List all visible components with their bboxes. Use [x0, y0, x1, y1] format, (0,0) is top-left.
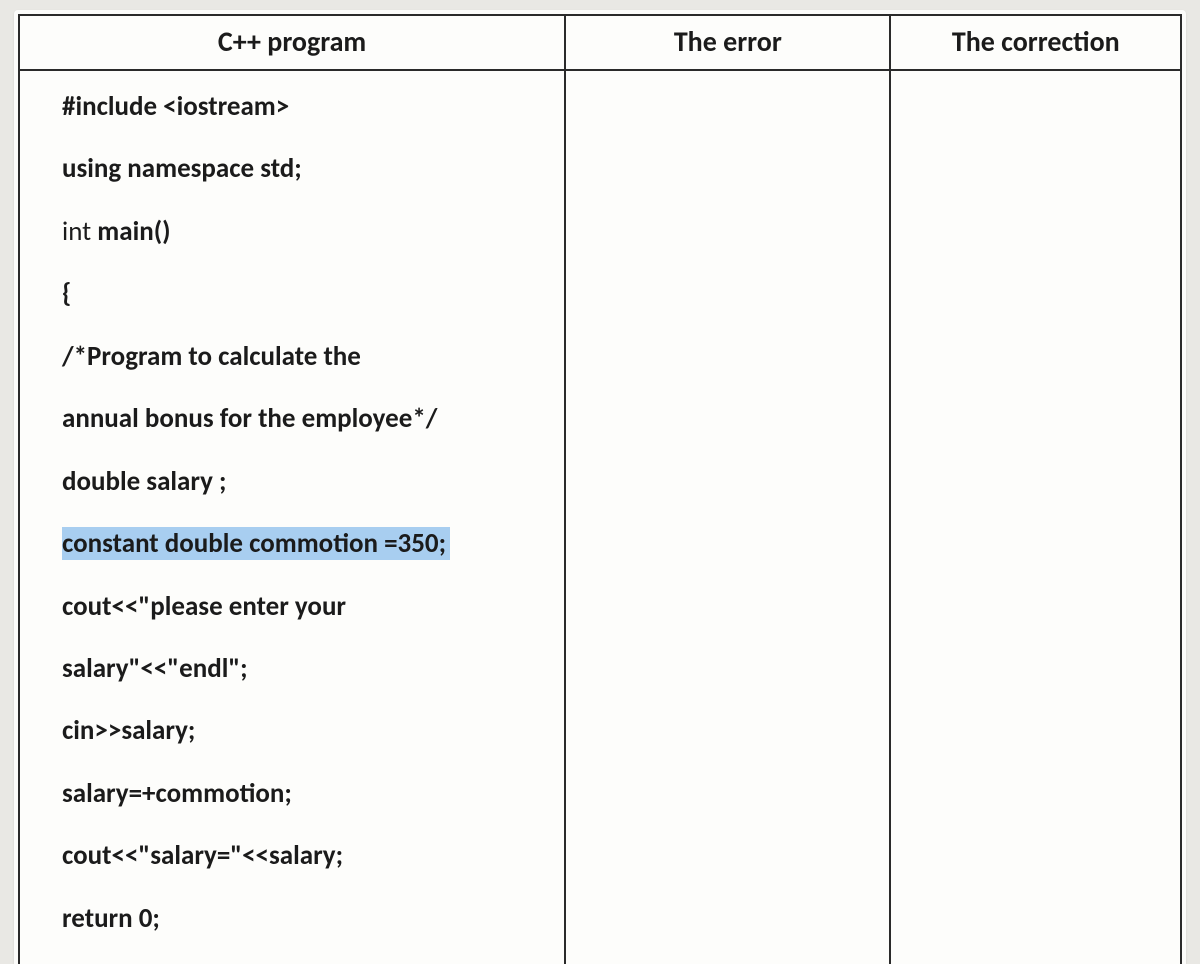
worksheet-page: C++ program The error The correction #in… — [14, 10, 1186, 964]
header-correction: The correction — [890, 15, 1181, 70]
code-line: cout<<"please enter your — [62, 589, 536, 625]
header-program: C++ program — [19, 15, 565, 70]
keyword-int: int — [62, 215, 97, 248]
code-line-highlighted: constant double commotion =350; — [62, 526, 450, 562]
correction-cell — [890, 70, 1181, 964]
code-line: /*Program to calculate the — [62, 339, 536, 375]
code-line: annual bonus for the employee*/ — [62, 401, 536, 437]
cpp-code-cell: #include <iostream> using namespace std;… — [19, 70, 565, 964]
code-line: int main() — [62, 214, 536, 250]
code-line: double salary ; — [62, 464, 536, 500]
table-header-row: C++ program The error The correction — [19, 15, 1181, 70]
code-line: salary=+commotion; — [62, 776, 536, 812]
code-line: cout<<"salary="<<salary; — [62, 838, 536, 874]
code-text: main() — [97, 215, 170, 248]
header-error: The error — [565, 15, 890, 70]
code-line: salary"<<"endl"; — [62, 651, 536, 687]
code-line: using namespace std; — [62, 151, 536, 187]
code-line: #include <iostream> — [62, 89, 536, 125]
code-line: { — [62, 276, 536, 312]
code-line: cin>>salary; — [62, 713, 536, 749]
text-selection[interactable]: constant double commotion =350; — [62, 527, 450, 560]
table-row: #include <iostream> using namespace std;… — [19, 70, 1181, 964]
worksheet-table: C++ program The error The correction #in… — [18, 14, 1182, 964]
code-line: return 0; — [62, 901, 536, 937]
error-cell — [565, 70, 890, 964]
